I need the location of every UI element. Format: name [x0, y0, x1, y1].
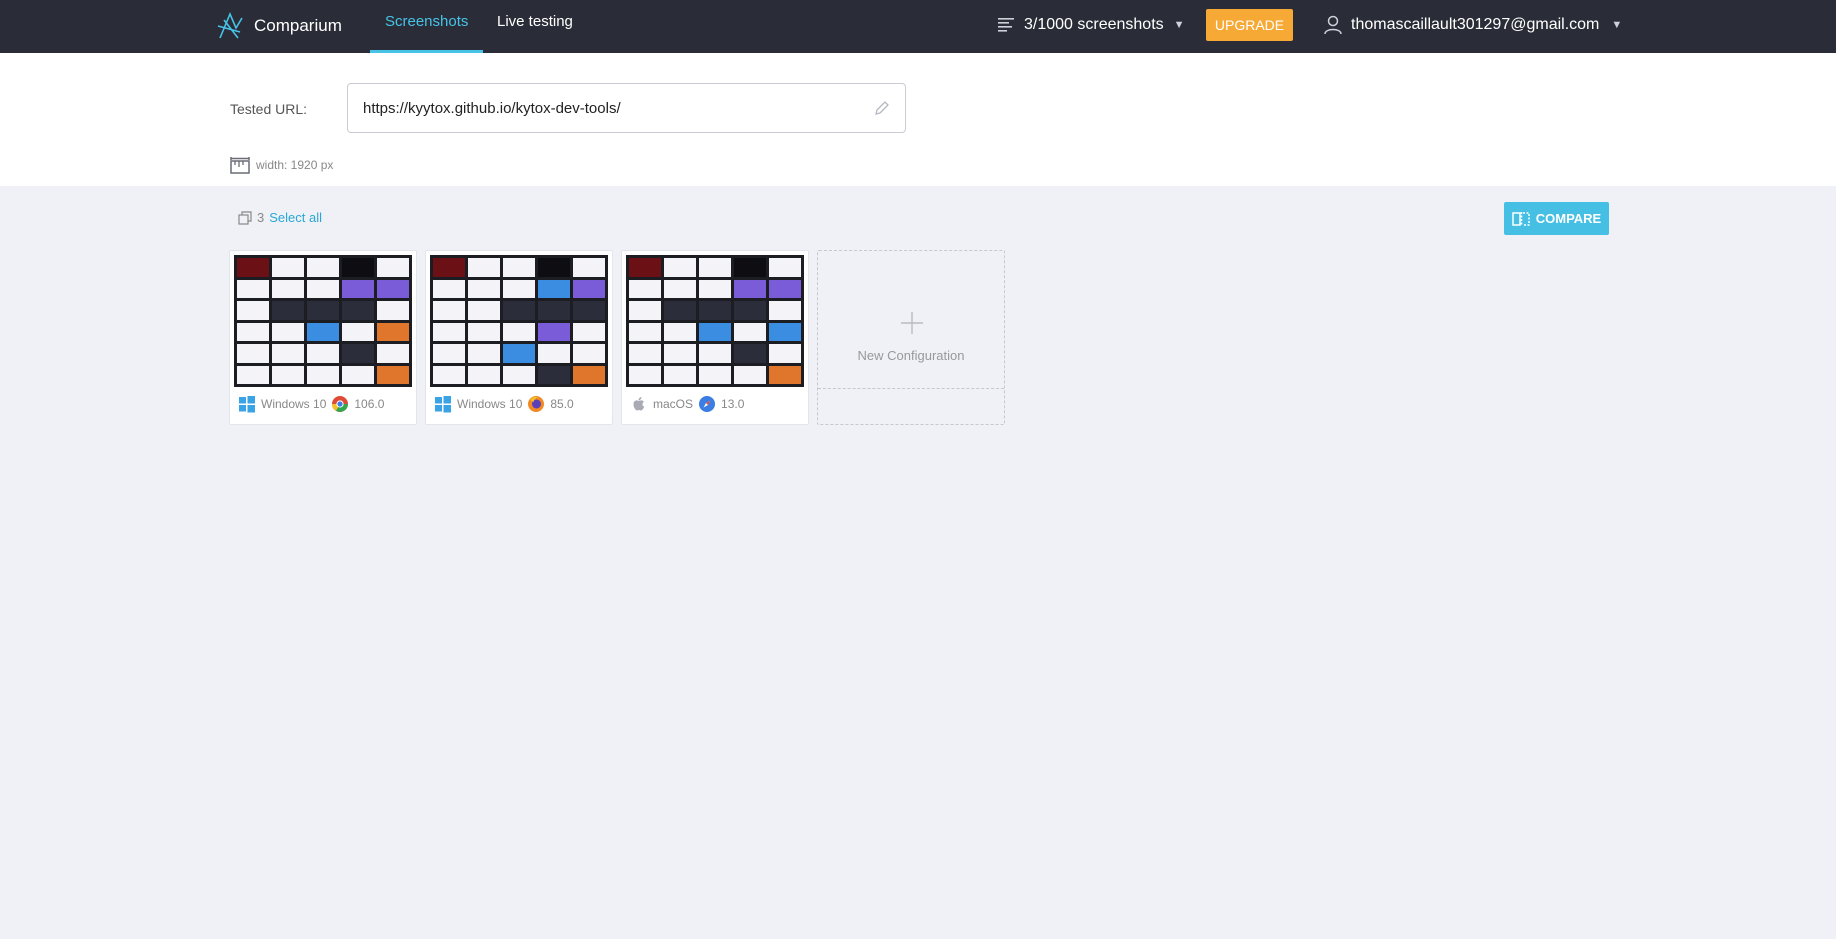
apple-icon [633, 397, 645, 411]
screenshot-card[interactable]: Windows 10 106.0 [229, 250, 417, 425]
list-icon [998, 18, 1014, 32]
browser-version: 85.0 [550, 397, 574, 411]
selection-bar: 3 Select all [238, 210, 322, 225]
screenshot-thumbnail[interactable] [430, 255, 608, 387]
url-panel: Tested URL: https://kyytox.github.io/kyt… [0, 53, 1836, 186]
new-configuration-label: New Configuration [857, 348, 965, 363]
compare-label: COMPARE [1535, 211, 1602, 226]
pencil-icon[interactable] [873, 99, 891, 117]
windows-icon [435, 396, 451, 413]
os-name: Windows 10 [261, 397, 327, 411]
card-footer: macOS 13.0 [630, 395, 744, 413]
compare-button[interactable]: COMPARE [1504, 202, 1609, 235]
upgrade-button[interactable]: UPGRADE [1206, 9, 1293, 41]
user-icon [1324, 15, 1342, 35]
width-indicator: width: 1920 px [230, 155, 333, 175]
selected-count: 3 [257, 210, 265, 225]
tested-url-value: https://kyytox.github.io/kytox-dev-tools… [363, 100, 621, 117]
user-menu[interactable]: thomascaillault301297@gmail.com ▼ [1323, 12, 1622, 38]
chrome-icon [332, 396, 349, 412]
quota-text: 3/1000 screenshots [1024, 16, 1164, 33]
chevron-down-icon: ▼ [1173, 19, 1185, 31]
comparium-logo-icon [217, 11, 243, 39]
screenshot-thumbnail[interactable] [234, 255, 412, 387]
select-all-link[interactable]: Select all [269, 210, 322, 225]
screenshot-card[interactable]: Windows 10 85.0 [425, 250, 613, 425]
new-configuration-area[interactable]: New Configuration [818, 251, 1004, 389]
browser-version: 106.0 [354, 397, 385, 411]
copy-icon [238, 210, 252, 225]
tested-url-field[interactable]: https://kyytox.github.io/kytox-dev-tools… [347, 83, 906, 133]
os-name: macOS [653, 397, 694, 411]
top-navbar: Comparium Screenshots Live testing 3/100… [0, 0, 1836, 53]
tested-url-label: Tested URL: [230, 101, 308, 117]
card-footer: Windows 10 106.0 [238, 395, 384, 413]
tab-live-testing[interactable]: Live testing [482, 0, 588, 53]
quota-dropdown[interactable]: 3/1000 screenshots ▼ [998, 12, 1185, 38]
user-email: thomascaillault301297@gmail.com [1351, 16, 1600, 33]
tab-screenshots[interactable]: Screenshots [370, 0, 484, 53]
screenshot-card[interactable]: macOS 13.0 [621, 250, 809, 425]
brand-name: Comparium [254, 16, 342, 35]
brand[interactable]: Comparium [214, 8, 342, 44]
firefox-icon [528, 396, 545, 412]
plus-icon [901, 312, 923, 334]
new-configuration-card[interactable]: New Configuration [817, 250, 1005, 425]
width-text: width: 1920 px [256, 158, 334, 172]
browser-version: 13.0 [721, 397, 745, 411]
os-name: Windows 10 [457, 397, 523, 411]
safari-icon [699, 396, 716, 412]
ruler-icon [230, 157, 250, 174]
compare-icon [1512, 211, 1530, 226]
card-footer: Windows 10 85.0 [434, 395, 574, 413]
chevron-down-icon: ▼ [1611, 19, 1623, 31]
windows-icon [239, 396, 255, 413]
screenshot-thumbnail[interactable] [626, 255, 804, 387]
